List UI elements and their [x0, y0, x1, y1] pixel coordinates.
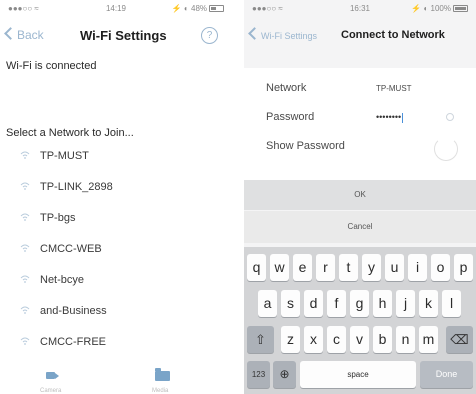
nav-bar: Wi-Fi Settings Connect to Network — [244, 22, 476, 50]
key-q[interactable]: q — [247, 254, 266, 281]
battery-indicator: ⚡ ◐ 48% — [172, 4, 224, 13]
network-value: TP-MUST — [376, 84, 412, 93]
network-list: TP-MUST TP-LINK_2898 TP-bgs CMCC-WEB Net… — [0, 142, 232, 359]
password-field[interactable]: •••••••• — [376, 112, 404, 123]
numbers-key[interactable]: 123 — [247, 361, 270, 388]
wifi-icon — [20, 244, 30, 252]
key-j[interactable]: j — [396, 290, 415, 317]
key-d[interactable]: d — [304, 290, 323, 317]
key-k[interactable]: k — [419, 290, 438, 317]
tab-media-label: Media — [152, 388, 169, 394]
globe-key[interactable]: ⊕ — [273, 361, 296, 388]
password-value: •••••••• — [376, 112, 402, 122]
key-h[interactable]: h — [373, 290, 392, 317]
keyboard: q w e r t y u i o p a s d f g h j k l ⇧ … — [244, 247, 476, 394]
battery-text: ⚡ ◐ 48% — [171, 4, 207, 13]
key-a[interactable]: a — [258, 290, 277, 317]
network-name: Net-bcye — [40, 274, 85, 286]
back-button[interactable]: Back — [4, 27, 44, 42]
key-w[interactable]: w — [270, 254, 289, 281]
key-e[interactable]: e — [293, 254, 312, 281]
video-camera-icon — [46, 372, 59, 379]
key-x[interactable]: x — [304, 326, 323, 353]
connect-network-screen: ●●●○○ ≈ 16:31 ⚡ ◐ 100% Wi-Fi Settings Co… — [244, 0, 476, 394]
key-y[interactable]: y — [362, 254, 381, 281]
back-label: Back — [17, 28, 44, 42]
connect-form: Network TP-MUST Password •••••••• Show P… — [244, 68, 476, 180]
key-c[interactable]: c — [327, 326, 346, 353]
clear-icon[interactable] — [446, 113, 454, 121]
network-item-4[interactable]: CMCC-WEB — [0, 235, 232, 266]
show-password-toggle[interactable] — [434, 137, 458, 161]
page-title: Connect to Network — [341, 29, 445, 41]
key-p[interactable]: p — [454, 254, 473, 281]
network-list-header: Select a Network to Join... — [6, 127, 134, 139]
password-label: Password — [266, 111, 315, 123]
wifi-icon — [20, 151, 30, 159]
battery-indicator: ⚡ ◐ 100% — [411, 4, 468, 13]
key-n[interactable]: n — [396, 326, 415, 353]
back-label: Wi-Fi Settings — [261, 31, 318, 41]
show-password-label: Show Password — [266, 140, 345, 152]
delete-key[interactable]: ⌫ — [446, 326, 473, 353]
key-r[interactable]: r — [316, 254, 335, 281]
text-cursor — [402, 112, 404, 123]
network-name: TP-MUST — [40, 150, 89, 162]
chevron-left-icon — [4, 27, 17, 40]
help-button[interactable]: ? — [201, 27, 218, 44]
network-name: TP-LINK_2898 — [40, 181, 113, 193]
network-name: and-Business — [40, 305, 107, 317]
space-key[interactable]: space — [300, 361, 416, 388]
network-name: CMCC-FREE — [40, 336, 106, 348]
battery-icon — [453, 5, 468, 13]
status-bar: ●●●○○ ≈ 14:19 ⚡ ◐ 48% — [0, 0, 232, 16]
network-item-1[interactable]: TP-MUST — [0, 142, 232, 173]
wifi-icon — [20, 213, 30, 221]
key-f[interactable]: f — [327, 290, 346, 317]
network-item-3[interactable]: TP-bgs — [0, 204, 232, 235]
key-z[interactable]: z — [281, 326, 300, 353]
page-title: Wi-Fi Settings — [80, 28, 167, 43]
nav-bar: Back Wi-Fi Settings ? — [0, 22, 232, 50]
wifi-icon — [20, 337, 30, 345]
key-g[interactable]: g — [350, 290, 369, 317]
key-v[interactable]: v — [350, 326, 369, 353]
wifi-icon — [20, 182, 30, 190]
network-item-7[interactable]: CMCC-FREE — [0, 328, 232, 359]
key-l[interactable]: l — [442, 290, 461, 317]
cancel-button[interactable]: Cancel — [244, 211, 476, 243]
done-key[interactable]: Done — [420, 361, 473, 388]
key-t[interactable]: t — [339, 254, 358, 281]
network-label: Network — [266, 82, 307, 94]
tab-bar: Camera Media — [0, 366, 232, 394]
key-u[interactable]: u — [385, 254, 404, 281]
key-b[interactable]: b — [373, 326, 392, 353]
chevron-left-icon — [248, 27, 261, 40]
battery-text: ⚡ ◐ 100% — [411, 4, 451, 13]
folder-icon — [155, 368, 170, 381]
wifi-icon — [20, 306, 30, 314]
back-button[interactable]: Wi-Fi Settings — [248, 27, 318, 41]
network-name: CMCC-WEB — [40, 243, 102, 255]
key-s[interactable]: s — [281, 290, 300, 317]
network-item-2[interactable]: TP-LINK_2898 — [0, 173, 232, 204]
status-bar: ●●●○○ ≈ 16:31 ⚡ ◐ 100% — [244, 0, 476, 16]
connection-status: Wi-Fi is connected — [6, 60, 97, 72]
ok-button[interactable]: OK — [244, 180, 476, 210]
network-name: TP-bgs — [40, 212, 76, 224]
network-item-5[interactable]: Net-bcye — [0, 266, 232, 297]
wifi-settings-screen: ●●●○○ ≈ 14:19 ⚡ ◐ 48% Back Wi-Fi Setting… — [0, 0, 232, 394]
battery-icon — [209, 5, 224, 13]
network-item-6[interactable]: and-Business — [0, 297, 232, 328]
key-o[interactable]: o — [431, 254, 450, 281]
tab-camera-label: Camera — [40, 388, 62, 394]
wifi-icon — [20, 275, 30, 283]
key-i[interactable]: i — [408, 254, 427, 281]
shift-key[interactable]: ⇧ — [247, 326, 274, 353]
key-m[interactable]: m — [419, 326, 438, 353]
